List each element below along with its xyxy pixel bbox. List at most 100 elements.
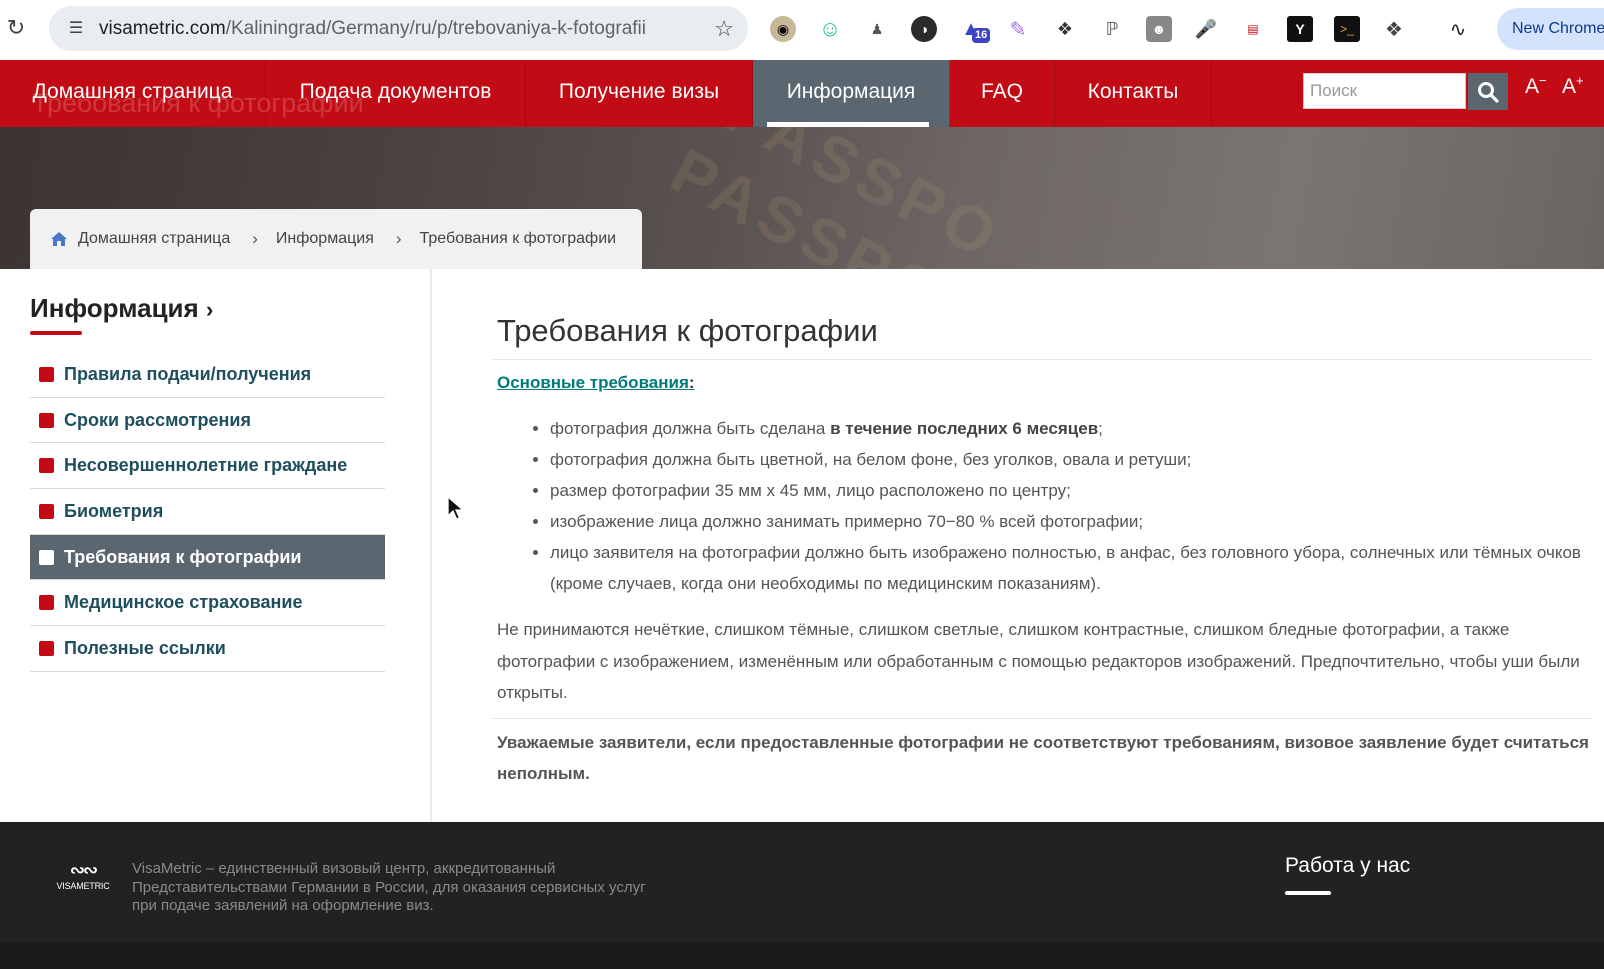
- browser-toolbar: ↻ ☰ visametric.com/Kaliningrad/Germany/r…: [0, 0, 1604, 60]
- nav-faq[interactable]: FAQ: [950, 60, 1055, 127]
- font-increase-letter: A: [1562, 75, 1577, 98]
- extension-wave-icon[interactable]: ∿: [1445, 16, 1471, 42]
- breadcrumb-home[interactable]: Домашняя страница: [78, 230, 230, 248]
- font-decrease-button[interactable]: A−: [1525, 73, 1547, 99]
- extension-darkmode-icon[interactable]: ◑: [911, 16, 937, 42]
- sidebar-item-useful-links[interactable]: Полезные ссылки: [30, 626, 385, 672]
- bullet-1-post: ;: [1098, 419, 1103, 438]
- url-path: /Kaliningrad/Germany/ru/p/trebovaniya-k-…: [225, 17, 646, 39]
- bullet-square-icon: [39, 458, 54, 474]
- address-bar[interactable]: ☰ visametric.com/Kaliningrad/Germany/ru/…: [49, 6, 748, 51]
- bookmark-star-icon[interactable]: ☆: [714, 16, 734, 42]
- breadcrumb-separator-icon: ›: [252, 229, 258, 248]
- sidebar-item-label: Несовершеннолетние граждане: [64, 455, 348, 476]
- extension-reader-icon[interactable]: ℙ: [1099, 16, 1125, 42]
- bullet-square-icon: [39, 640, 54, 656]
- sidebar-item-submission-rules[interactable]: Правила подачи/получения: [30, 352, 385, 398]
- sidebar-list: Правила подачи/получения Сроки рассмотре…: [30, 352, 385, 672]
- new-chrome-button[interactable]: New Chrome: [1497, 8, 1604, 50]
- extension-spy-icon[interactable]: ♟: [864, 16, 890, 42]
- nav-information[interactable]: Информация: [753, 60, 950, 127]
- breadcrumb-information[interactable]: Информация: [276, 230, 374, 248]
- nav-home[interactable]: Домашняя страница: [0, 60, 266, 127]
- url-host: visametric.com: [99, 17, 226, 39]
- sidebar-title-text: Информация: [30, 293, 199, 323]
- extension-ycombinator-icon[interactable]: Y: [1287, 16, 1313, 42]
- sidebar-item-label: Биометрия: [64, 500, 164, 521]
- sidebar-item-label: Требования к фотографии: [64, 546, 302, 567]
- extension-profile-icon[interactable]: ☻: [1146, 16, 1172, 42]
- sidebar-title: Информация ›: [30, 293, 213, 324]
- footer-careers-heading[interactable]: Работа у нас: [1285, 854, 1410, 878]
- search-input[interactable]: Поиск: [1303, 73, 1466, 109]
- breadcrumb: Домашняя страница › Информация › Требова…: [30, 209, 642, 269]
- footer-bottom-bar: [0, 942, 1604, 969]
- font-decrease-sign: −: [1539, 73, 1547, 88]
- footer: ∾∾ VISAMETRIC VisaMetric – единственный …: [0, 822, 1604, 969]
- sidebar-title-underline: [30, 331, 82, 335]
- sidebar-item-label: Полезные ссылки: [64, 637, 226, 658]
- paragraph-divider: [492, 718, 1592, 719]
- sidebar-item-minors[interactable]: Несовершеннолетние граждане: [30, 443, 385, 490]
- extension-terminal-icon[interactable]: >_: [1334, 16, 1360, 42]
- mouse-cursor-icon: [447, 496, 465, 520]
- extension-badge: 16: [972, 28, 991, 43]
- font-decrease-letter: A: [1525, 75, 1540, 98]
- font-increase-button[interactable]: A+: [1562, 73, 1584, 99]
- requirements-heading: Основные требования:: [497, 373, 695, 393]
- extension-owl-icon[interactable]: ◉: [770, 16, 796, 42]
- visametric-logo-word: VISAMETRIC: [56, 881, 110, 891]
- title-divider: [492, 359, 1592, 360]
- nav-contacts[interactable]: Контакты: [1055, 60, 1212, 127]
- extension-nodes-icon[interactable]: ❖: [1052, 16, 1078, 42]
- bullet-square-icon: [39, 595, 54, 611]
- list-item: фотография должна быть сделана в течение…: [550, 413, 1590, 444]
- footer-description: VisaMetric – единственный визовый центр,…: [132, 860, 646, 914]
- requirements-list: фотография должна быть сделана в течение…: [550, 413, 1590, 599]
- search-button[interactable]: [1468, 73, 1508, 110]
- visametric-logo[interactable]: ∾∾ VISAMETRIC: [55, 860, 111, 891]
- sidebar-item-label: Медицинское страхование: [64, 592, 303, 613]
- incomplete-notice: Уважаемые заявители, если предоставленны…: [497, 733, 1589, 783]
- extension-mic-icon[interactable]: 🎤: [1193, 16, 1219, 42]
- extensions-puzzle-icon[interactable]: ❖: [1381, 16, 1407, 42]
- rejection-paragraph: Не принимаются нечёткие, слишком тёмные,…: [497, 620, 1580, 702]
- site-info-icon[interactable]: ☰: [63, 16, 89, 42]
- url-text[interactable]: visametric.com/Kaliningrad/Germany/ru/p/…: [99, 18, 689, 40]
- nav-visa-pickup[interactable]: Получение визы: [526, 60, 753, 127]
- bullet-square-icon: [39, 412, 54, 428]
- list-item: размер фотографии 35 мм x 45 мм, лицо ра…: [550, 475, 1590, 506]
- sidebar-item-photo-requirements[interactable]: Требования к фотографии: [30, 534, 385, 581]
- sidebar: Информация › Правила подачи/получения Ср…: [0, 269, 432, 822]
- breadcrumb-current: Требования к фотографии: [419, 230, 617, 247]
- reload-icon[interactable]: ↻: [4, 16, 28, 40]
- breadcrumb-separator-icon: ›: [395, 229, 402, 248]
- sidebar-item-label: Сроки рассмотрения: [64, 409, 251, 430]
- bullet-1-bold: в течение последних 6 месяцев: [830, 419, 1099, 438]
- requirements-link[interactable]: Основные требования: [497, 373, 689, 392]
- bullet-square-icon: [39, 549, 54, 565]
- sidebar-item-label: Правила подачи/получения: [64, 363, 312, 384]
- extension-graduation-icon[interactable]: ▲ 16: [958, 16, 991, 43]
- footer-careers-underline: [1285, 891, 1331, 895]
- sidebar-item-processing-time[interactable]: Сроки рассмотрения: [30, 398, 385, 444]
- list-item: лицо заявителя на фотографии должно быть…: [550, 537, 1590, 599]
- list-item: изображение лица должно занимать примерн…: [550, 506, 1590, 537]
- list-item: фотография должна быть цветной, на белом…: [550, 444, 1590, 475]
- extension-pagefind-icon[interactable]: ▤: [1240, 16, 1266, 42]
- extension-pen-icon[interactable]: ✎: [1005, 16, 1031, 42]
- bullet-square-icon: [39, 366, 54, 382]
- requirements-colon: :: [688, 373, 695, 392]
- nav-submission[interactable]: Подача документов: [266, 60, 526, 127]
- search-icon: [1478, 81, 1499, 103]
- sidebar-item-medical-insurance[interactable]: Медицинское страхование: [30, 580, 385, 627]
- visametric-logo-mark: ∾∾: [69, 860, 98, 880]
- page-title: Требования к фотографии: [497, 313, 878, 348]
- font-increase-sign: +: [1576, 73, 1584, 88]
- extension-grammarly-icon[interactable]: ☺: [817, 16, 843, 42]
- bullet-square-icon: [39, 503, 54, 519]
- home-icon[interactable]: [50, 231, 68, 247]
- chevron-right-icon: ›: [205, 297, 214, 322]
- sidebar-item-biometrics[interactable]: Биометрия: [30, 489, 385, 535]
- bullet-1-pre: фотография должна быть сделана: [550, 419, 831, 438]
